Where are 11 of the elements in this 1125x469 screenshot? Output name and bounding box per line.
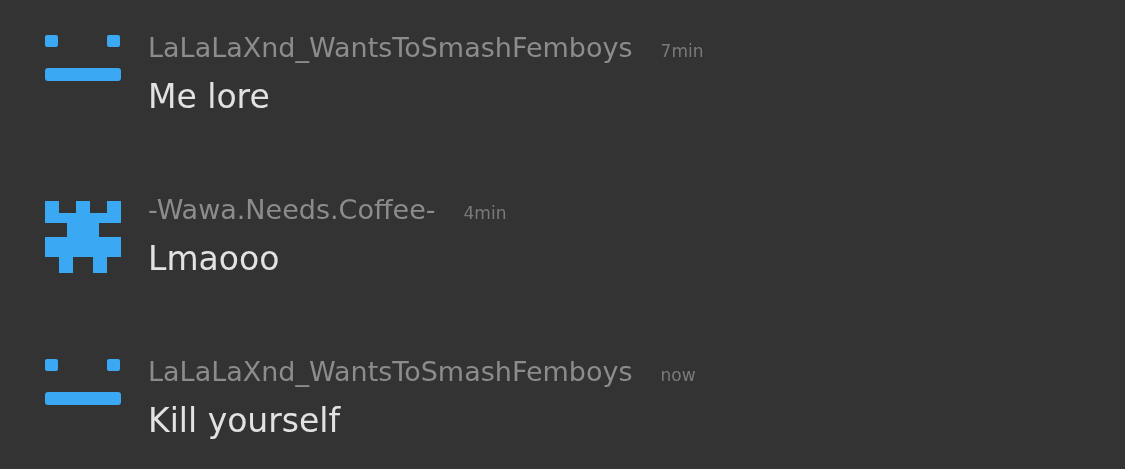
username: LaLaLaXnd_WantsToSmashFemboys: [148, 356, 633, 387]
timestamp: now: [660, 365, 696, 385]
message-text: Kill yourself: [148, 401, 342, 440]
username: -Wawa.Needs.Coffee-: [148, 194, 436, 225]
timestamp: 4min: [463, 203, 507, 223]
face-icon: [45, 359, 121, 407]
message-text: Lmaooo: [148, 239, 281, 278]
username: LaLaLaXnd_WantsToSmashFemboys: [148, 32, 633, 63]
timestamp: 7min: [660, 41, 704, 61]
face-icon: [45, 35, 121, 83]
message-text: Me lore: [148, 77, 271, 116]
